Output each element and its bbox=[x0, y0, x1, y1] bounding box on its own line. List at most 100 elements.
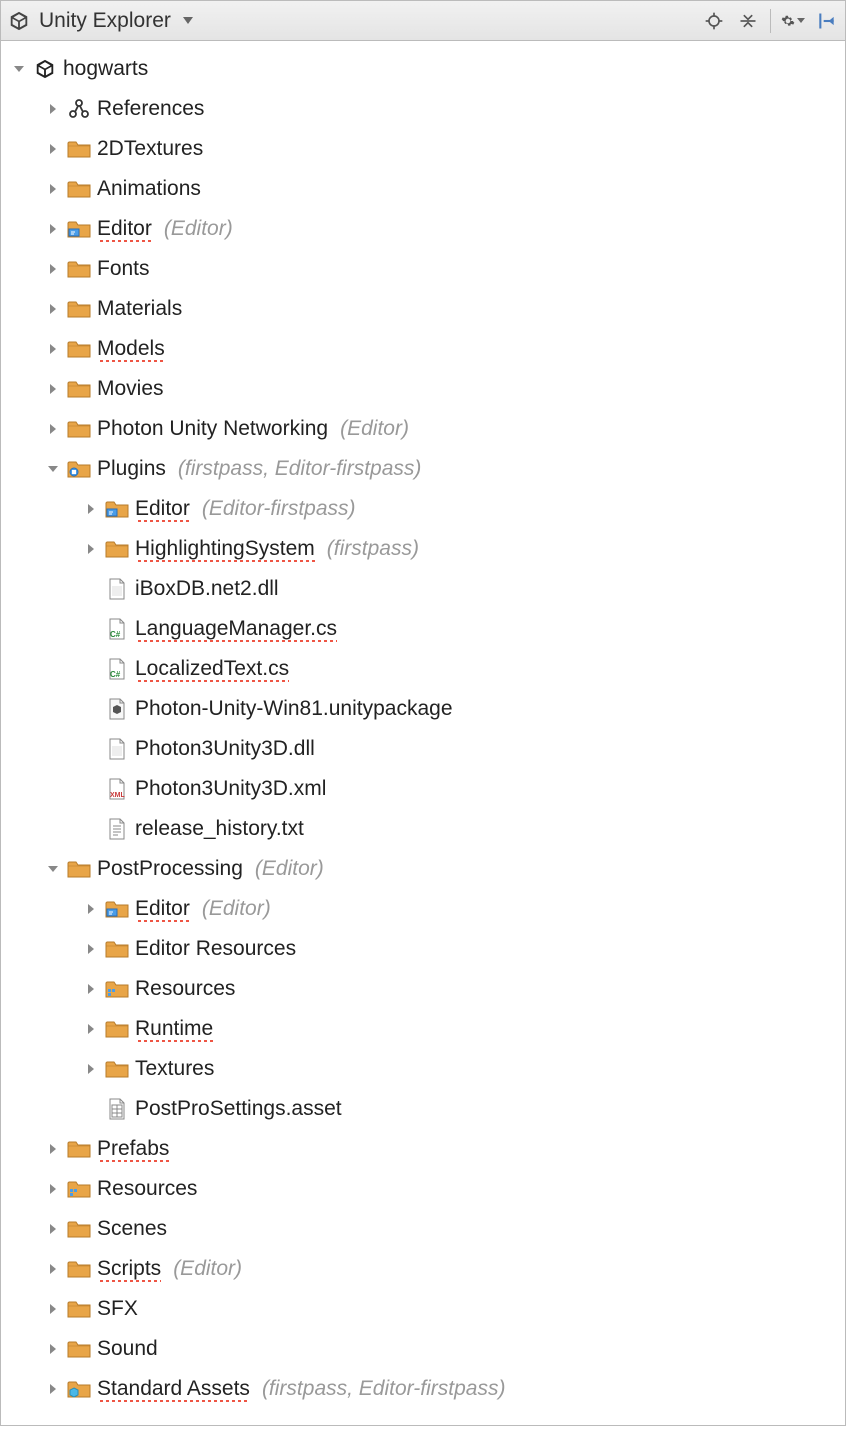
expand-arrow-icon[interactable] bbox=[45, 143, 61, 155]
folder-editor-icon bbox=[67, 218, 91, 240]
tree-row[interactable]: Editor(Editor) bbox=[5, 209, 841, 249]
tree-item-suffix: (firstpass, Editor-firstpass) bbox=[262, 1377, 506, 1401]
tree-row[interactable]: Models bbox=[5, 329, 841, 369]
expand-arrow-icon[interactable] bbox=[45, 1383, 61, 1395]
tree-row[interactable]: References bbox=[5, 89, 841, 129]
tree-row[interactable]: Prefabs bbox=[5, 1129, 841, 1169]
tree-row[interactable]: Editor(Editor-firstpass) bbox=[5, 489, 841, 529]
tree-item-label: 2DTextures bbox=[97, 137, 203, 161]
expand-arrow-icon[interactable] bbox=[45, 1143, 61, 1155]
tree-row[interactable]: XMLPhoton3Unity3D.xml bbox=[5, 769, 841, 809]
tree-item-label: Photon3Unity3D.dll bbox=[135, 737, 315, 761]
expand-arrow-icon[interactable] bbox=[83, 503, 99, 515]
expand-arrow-icon[interactable] bbox=[45, 1223, 61, 1235]
tree-row[interactable]: Fonts bbox=[5, 249, 841, 289]
file-cs-icon: C# bbox=[105, 658, 129, 680]
expand-arrow-icon[interactable] bbox=[11, 63, 27, 75]
tree-row[interactable]: Animations bbox=[5, 169, 841, 209]
tree-row[interactable]: Textures bbox=[5, 1049, 841, 1089]
expand-arrow-icon[interactable] bbox=[45, 223, 61, 235]
tree-row[interactable]: Scripts(Editor) bbox=[5, 1249, 841, 1289]
tree-row[interactable]: Standard Assets(firstpass, Editor-firstp… bbox=[5, 1369, 841, 1409]
tree-row[interactable]: release_history.txt bbox=[5, 809, 841, 849]
tree-row[interactable]: Photon-Unity-Win81.unitypackage bbox=[5, 689, 841, 729]
expand-arrow-icon[interactable] bbox=[45, 1303, 61, 1315]
expand-arrow-icon[interactable] bbox=[83, 1063, 99, 1075]
expand-arrow-icon[interactable] bbox=[83, 543, 99, 555]
tree-row[interactable]: Movies bbox=[5, 369, 841, 409]
tree-item-label: Resources bbox=[135, 977, 235, 1001]
folder-icon bbox=[67, 378, 91, 400]
expand-arrow-icon[interactable] bbox=[45, 103, 61, 115]
tree-item-suffix: (Editor) bbox=[202, 897, 271, 921]
expand-arrow-icon[interactable] bbox=[45, 863, 61, 875]
tree-row[interactable]: Resources bbox=[5, 969, 841, 1009]
folder-icon bbox=[67, 178, 91, 200]
folder-icon bbox=[67, 258, 91, 280]
expand-arrow-icon[interactable] bbox=[83, 1023, 99, 1035]
tree-row[interactable]: Materials bbox=[5, 289, 841, 329]
toolbar-actions bbox=[702, 9, 839, 33]
tree-row[interactable]: PostProSettings.asset bbox=[5, 1089, 841, 1129]
expand-arrow-icon[interactable] bbox=[45, 303, 61, 315]
tree-item-label: Runtime bbox=[135, 1017, 213, 1042]
tree-view[interactable]: hogwartsReferences2DTexturesAnimationsEd… bbox=[1, 41, 845, 1425]
file-txt-icon bbox=[105, 818, 129, 840]
file-xml-icon: XML bbox=[105, 778, 129, 800]
expand-arrow-icon[interactable] bbox=[45, 343, 61, 355]
expand-arrow-icon[interactable] bbox=[45, 1263, 61, 1275]
expand-arrow-icon[interactable] bbox=[45, 423, 61, 435]
tree-row[interactable]: Sound bbox=[5, 1329, 841, 1369]
tree-item-label: Editor bbox=[97, 217, 152, 242]
tree-item-label: Scripts bbox=[97, 1257, 161, 1282]
tree-row[interactable]: iBoxDB.net2.dll bbox=[5, 569, 841, 609]
tree-row[interactable]: PostProcessing(Editor) bbox=[5, 849, 841, 889]
folder-icon bbox=[105, 538, 129, 560]
unity-explorer-panel: Unity Explorer hogwarts References 2DTextu… bbox=[0, 0, 846, 1426]
folder-resources-icon bbox=[67, 1178, 91, 1200]
tree-row[interactable]: HighlightingSystem(firstpass) bbox=[5, 529, 841, 569]
expand-arrow-icon[interactable] bbox=[45, 463, 61, 475]
tree-row[interactable]: SFX bbox=[5, 1289, 841, 1329]
collapse-all-icon[interactable] bbox=[736, 9, 760, 33]
hide-panel-icon[interactable] bbox=[815, 9, 839, 33]
tree-row[interactable]: Photon3Unity3D.dll bbox=[5, 729, 841, 769]
tree-row[interactable]: hogwarts bbox=[5, 49, 841, 89]
tree-row[interactable]: C#LocalizedText.cs bbox=[5, 649, 841, 689]
folder-icon bbox=[67, 1298, 91, 1320]
tree-item-label: Photon Unity Networking bbox=[97, 417, 328, 441]
tree-row[interactable]: Photon Unity Networking (Editor) bbox=[5, 409, 841, 449]
panel-title-group[interactable]: Unity Explorer bbox=[7, 9, 696, 33]
expand-arrow-icon[interactable] bbox=[83, 943, 99, 955]
tree-item-label: hogwarts bbox=[63, 57, 148, 81]
tree-row[interactable]: C#LanguageManager.cs bbox=[5, 609, 841, 649]
expand-arrow-icon[interactable] bbox=[45, 383, 61, 395]
tree-row[interactable]: Resources bbox=[5, 1169, 841, 1209]
expand-arrow-icon[interactable] bbox=[45, 263, 61, 275]
tree-row[interactable]: Editor Resources bbox=[5, 929, 841, 969]
folder-icon bbox=[105, 1018, 129, 1040]
expand-arrow-icon[interactable] bbox=[45, 1183, 61, 1195]
gear-icon[interactable] bbox=[781, 9, 805, 33]
tree-row[interactable]: Editor(Editor) bbox=[5, 889, 841, 929]
svg-text:C#: C# bbox=[110, 630, 121, 639]
expand-arrow-icon[interactable] bbox=[45, 1343, 61, 1355]
expand-arrow-icon[interactable] bbox=[83, 903, 99, 915]
folder-resources-icon bbox=[105, 978, 129, 1000]
tree-item-label: Prefabs bbox=[97, 1137, 169, 1162]
tree-row[interactable]: 2DTextures bbox=[5, 129, 841, 169]
tree-row[interactable]: Runtime bbox=[5, 1009, 841, 1049]
folder-asset-icon bbox=[67, 1378, 91, 1400]
expand-arrow-icon[interactable] bbox=[83, 983, 99, 995]
tree-row[interactable]: Plugins(firstpass, Editor-firstpass) bbox=[5, 449, 841, 489]
toolbar: Unity Explorer bbox=[1, 1, 845, 41]
file-unity-icon bbox=[105, 698, 129, 720]
target-icon[interactable] bbox=[702, 9, 726, 33]
tree-item-label: Models bbox=[97, 337, 165, 362]
tree-item-suffix: (Editor) bbox=[340, 417, 409, 441]
expand-arrow-icon[interactable] bbox=[45, 183, 61, 195]
tree-row[interactable]: Scenes bbox=[5, 1209, 841, 1249]
tree-item-label: Scenes bbox=[97, 1217, 167, 1241]
tree-item-label: PostProcessing bbox=[97, 857, 243, 881]
folder-plugins-icon bbox=[67, 458, 91, 480]
